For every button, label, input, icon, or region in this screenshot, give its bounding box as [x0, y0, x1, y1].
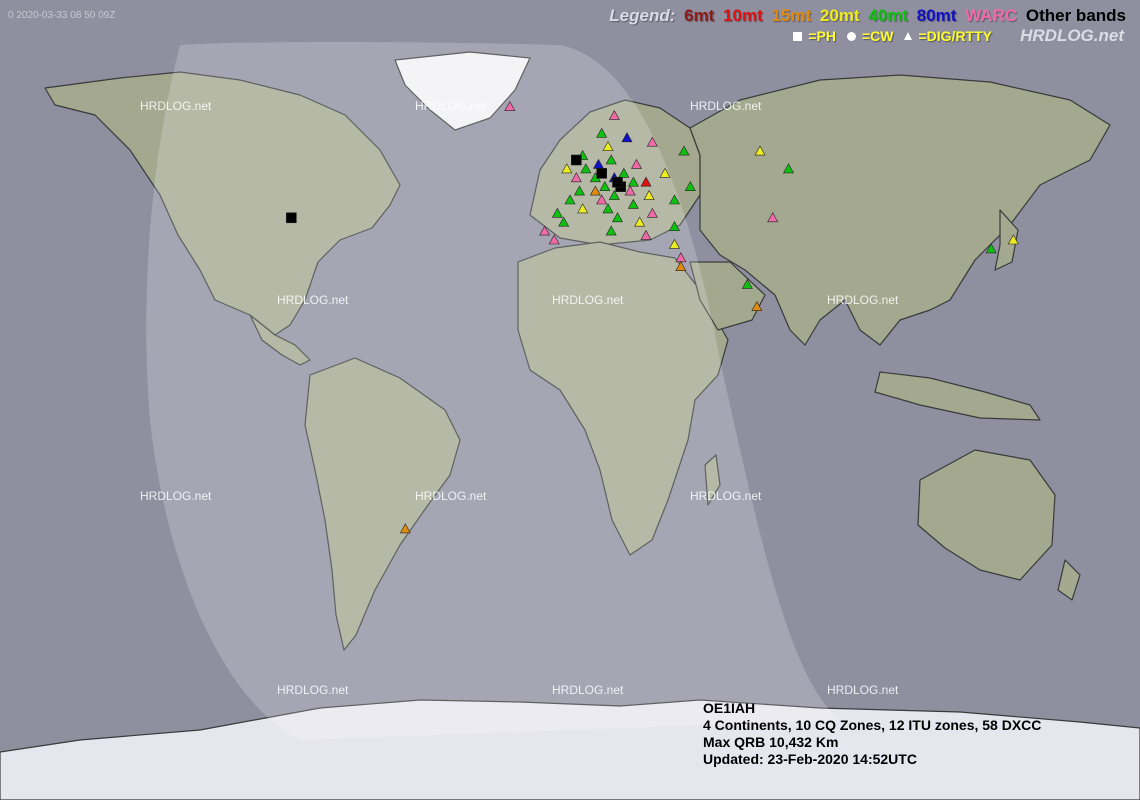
mode-label-cw: =CW	[861, 28, 894, 44]
legend-title: Legend:	[609, 6, 676, 25]
legend-band-10mt: 10mt	[723, 6, 763, 25]
mode-label-dig: =DIG/RTTY	[918, 28, 992, 44]
watermark: HRDLOG.net	[552, 293, 624, 307]
watermark: HRDLOG.net	[277, 293, 349, 307]
circle-icon	[846, 31, 856, 41]
legend-band-40mt: 40mt	[868, 6, 909, 25]
legend-band-other: Other bands	[1025, 6, 1126, 25]
spot-marker-square	[612, 176, 623, 188]
square-icon	[793, 31, 803, 41]
watermark: HRDLOG.net	[140, 99, 212, 113]
log-stats: OE1IAH 4 Continents, 10 CQ Zones, 12 ITU…	[703, 700, 1041, 768]
watermark: HRDLOG.net	[140, 489, 212, 503]
world-map	[0, 0, 1140, 800]
spot-marker-square	[571, 154, 582, 166]
legend-band-15mt: 15mt	[771, 6, 812, 25]
legend-band-6mt: 6mt	[684, 6, 715, 25]
mode-label-ph: =PH	[808, 28, 836, 44]
stats-summary: 4 Continents, 10 CQ Zones, 12 ITU zones,…	[703, 717, 1042, 733]
watermark: HRDLOG.net	[415, 489, 487, 503]
watermark: HRDLOG.net	[277, 683, 349, 697]
spot-marker-square	[286, 212, 297, 224]
legend-band-warc: WARC	[965, 6, 1018, 25]
brand-logo: HRDLOG.net	[1020, 26, 1124, 45]
watermark: HRDLOG.net	[415, 99, 487, 113]
band-legend: Legend: 6mt 10mt 15mt 20mt 40mt 80mt WAR…	[609, 6, 1126, 26]
stats-callsign: OE1IAH	[703, 700, 756, 716]
watermark: HRDLOG.net	[690, 99, 762, 113]
mode-legend: =PH =CW =DIG/RTTY	[785, 28, 992, 44]
spot-marker-square	[596, 168, 607, 179]
watermark: HRDLOG.net	[690, 489, 762, 503]
watermark: HRDLOG.net	[552, 683, 624, 697]
stats-max-qrb: Max QRB 10,432 Km	[703, 734, 839, 750]
triangle-icon	[904, 32, 913, 40]
watermark: HRDLOG.net	[827, 293, 899, 307]
legend-band-80mt: 80mt	[916, 6, 957, 25]
stats-updated: Updated: 23-Feb-2020 14:52UTC	[703, 751, 917, 767]
watermark: HRDLOG.net	[827, 683, 899, 697]
map-timestamp: 0 2020-03-33 08 50 09Z	[8, 10, 116, 21]
legend-band-20mt: 20mt	[819, 6, 860, 25]
